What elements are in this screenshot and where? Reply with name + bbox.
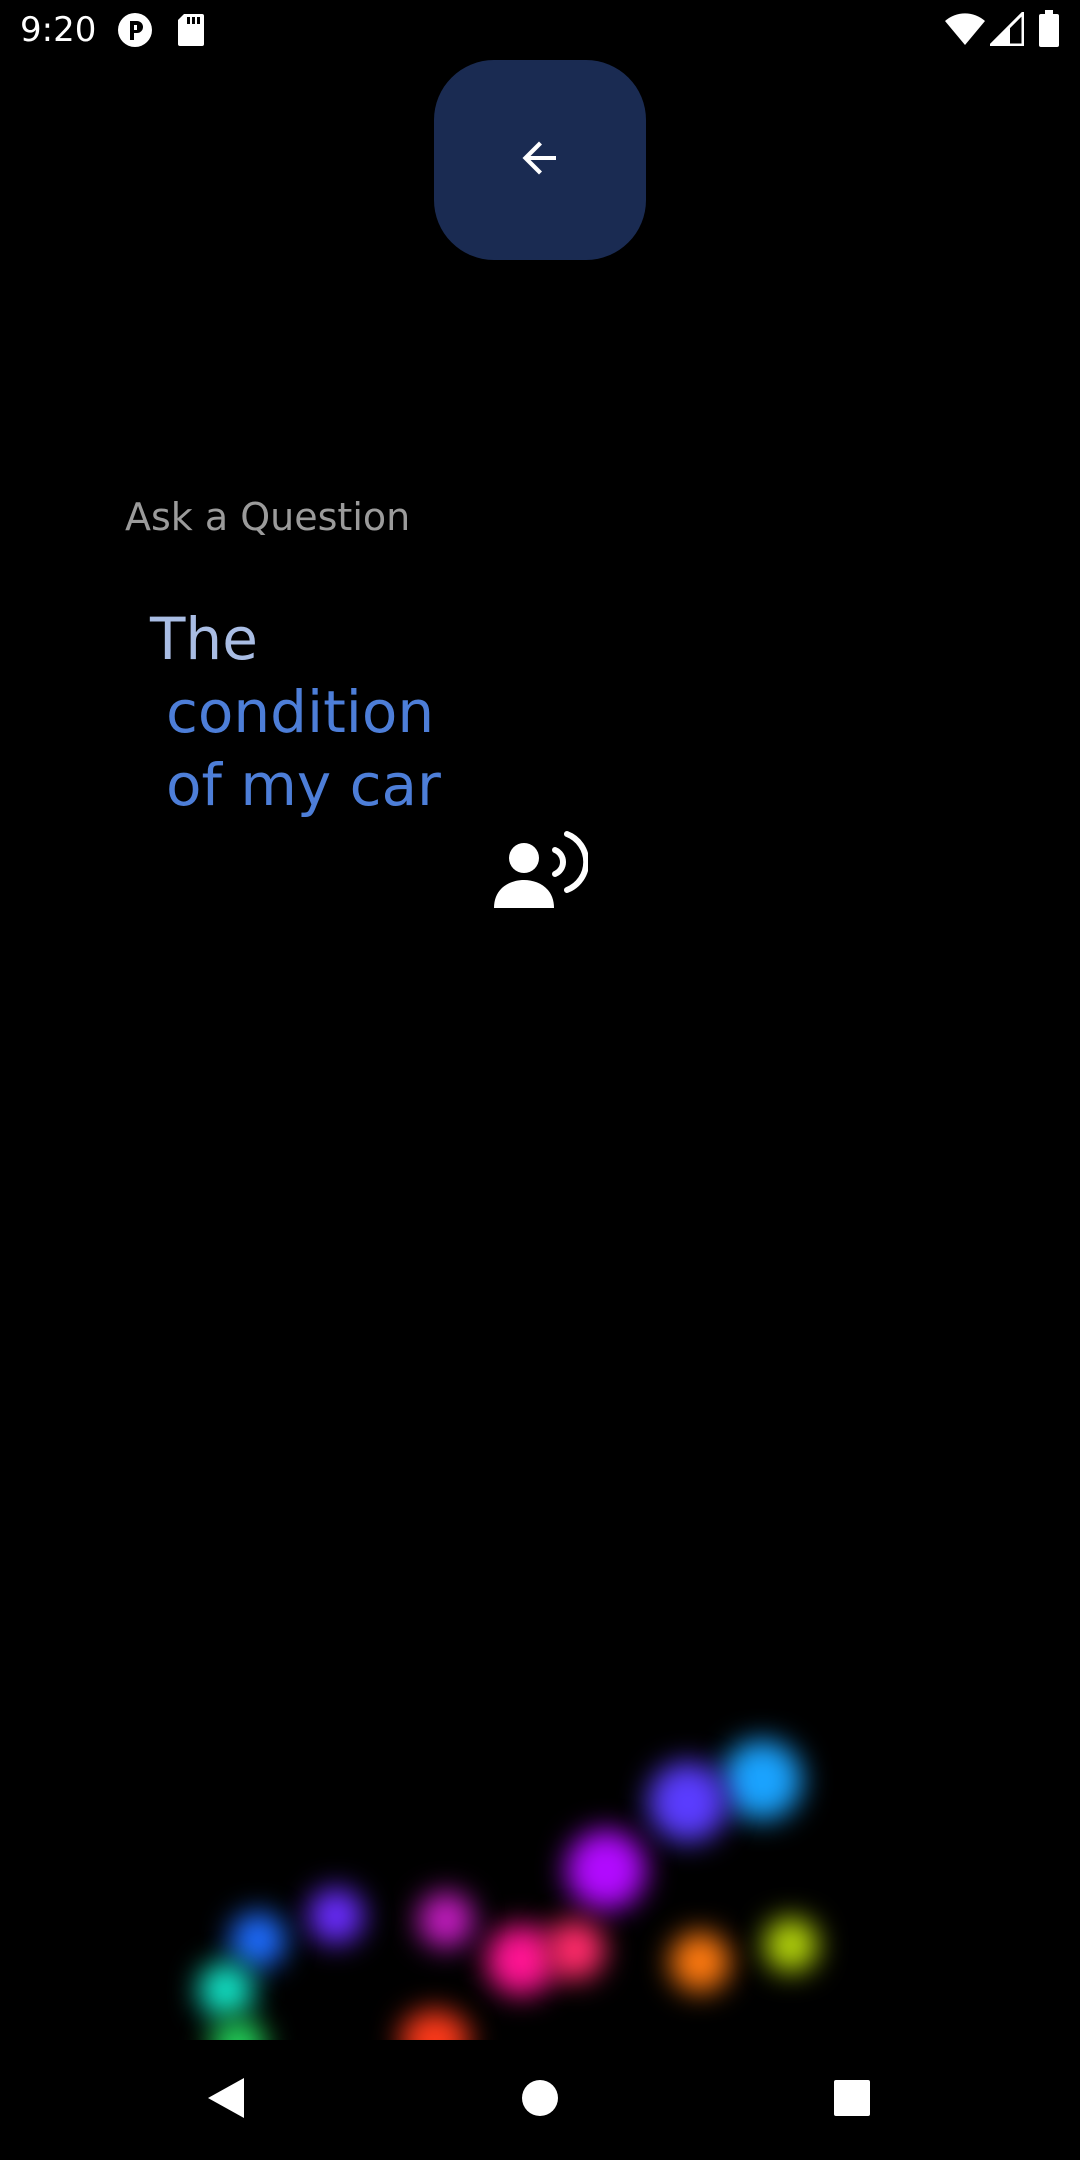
visualizer-dot: [670, 1932, 730, 1992]
home-circle-icon: [520, 2078, 560, 2123]
voice-speaking-icon[interactable]: [492, 828, 590, 912]
podcast-app-icon: [117, 12, 153, 53]
screen: 9:20 Ask a Question The condition of my …: [0, 0, 1080, 2160]
visualizer-dot: [230, 1912, 286, 1968]
navigation-bar: [0, 2040, 1080, 2160]
question-text: The condition of my car: [150, 603, 441, 822]
nav-recents-button[interactable]: [822, 2070, 882, 2130]
nav-home-button[interactable]: [510, 2070, 570, 2130]
cell-signal-icon: [987, 9, 1025, 51]
status-bar: 9:20: [0, 0, 1080, 60]
visualizer-dot: [400, 2010, 470, 2040]
back-button[interactable]: [434, 60, 646, 260]
visualizer-dot: [648, 1762, 728, 1842]
visualizer-dot: [566, 1830, 646, 1910]
visualizer-dot: [210, 2018, 266, 2040]
visualizer-dot: [545, 1920, 605, 1980]
visualizer-dot: [764, 1918, 818, 1972]
ask-question-label: Ask a Question: [125, 495, 411, 539]
question-line-2: condition: [166, 678, 435, 746]
wifi-icon: [944, 12, 986, 51]
visualizer-dot: [418, 1892, 474, 1948]
question-line-3: of my car: [166, 751, 441, 819]
visualizer-dot: [308, 1888, 364, 1944]
arrow-left-icon: [516, 134, 564, 187]
battery-icon: [1038, 10, 1060, 53]
visualizer-dot: [722, 1740, 802, 1820]
visualizer-dot: [486, 1925, 556, 1995]
back-triangle-icon: [204, 2076, 248, 2125]
status-time: 9:20: [20, 10, 97, 50]
audio-visualizer: [0, 1700, 1080, 2040]
recents-square-icon: [833, 2079, 871, 2122]
sd-card-icon: [176, 12, 206, 53]
question-line-1: The: [150, 605, 258, 673]
visualizer-dot: [198, 1962, 254, 2018]
nav-back-button[interactable]: [196, 2070, 256, 2130]
